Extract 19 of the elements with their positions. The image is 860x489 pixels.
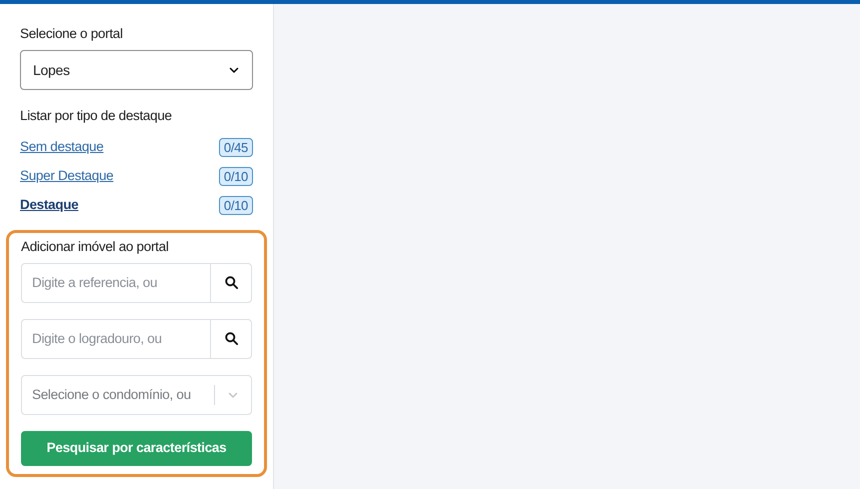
highlight-link[interactable]: Sem destaque xyxy=(20,136,104,158)
count-badge: 0/10 xyxy=(218,196,253,214)
search-input[interactable]: Digite a referencia, ou xyxy=(22,264,210,302)
count-badge: 0/10 xyxy=(218,166,253,186)
select-field[interactable]: Selecione o condomínio, ou xyxy=(21,374,252,415)
search-field[interactable]: Digite a referencia, ou xyxy=(21,262,252,303)
add-property-title: Adicionar imóvel ao portal xyxy=(21,238,170,256)
portal-select[interactable]: Lopes xyxy=(20,50,253,90)
highlight-link[interactable]: Destaque xyxy=(20,194,78,216)
select-placeholder: Selecione o condomínio, ou xyxy=(31,386,192,404)
search-icon xyxy=(224,275,238,290)
portal-label: Selecione o portal xyxy=(20,25,124,43)
search-icon xyxy=(224,331,238,346)
count-badge: 0/45 xyxy=(218,138,253,156)
search-field[interactable]: Digite o logradouro, ou xyxy=(21,318,252,359)
highlight-link[interactable]: Super Destaque xyxy=(20,166,114,186)
search-input[interactable]: Digite o logradouro, ou xyxy=(22,320,210,358)
highlight-list-title: Listar por tipo de destaque xyxy=(20,107,173,126)
search-by-features-button[interactable]: Pesquisar por características xyxy=(21,430,252,466)
